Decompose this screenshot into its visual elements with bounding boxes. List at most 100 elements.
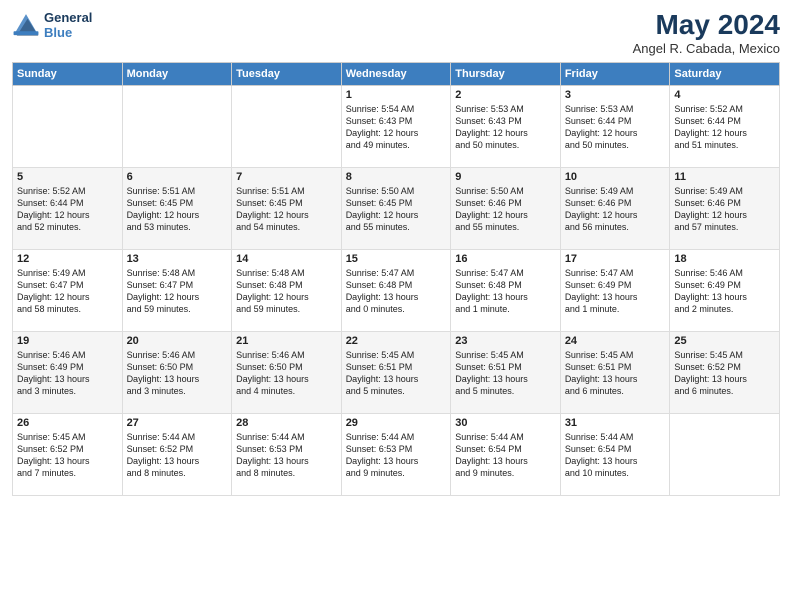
col-header-monday: Monday xyxy=(122,62,232,85)
day-number: 15 xyxy=(346,253,447,265)
day-info: Sunrise: 5:51 AM Sunset: 6:45 PM Dayligh… xyxy=(236,185,337,234)
day-cell: 3Sunrise: 5:53 AM Sunset: 6:44 PM Daylig… xyxy=(560,85,670,167)
day-number: 29 xyxy=(346,417,447,429)
day-info: Sunrise: 5:50 AM Sunset: 6:45 PM Dayligh… xyxy=(346,185,447,234)
day-cell: 20 Sunrise: 5:46 AM Sunset: 6:50 PM Dayli… xyxy=(122,331,232,413)
day-cell: 7 Sunrise: 5:51 AM Sunset: 6:45 PM Daylig… xyxy=(232,167,342,249)
day-info: Sunrise: 5:45 AM Sunset: 6:52 PM Dayligh… xyxy=(17,431,118,480)
day-cell xyxy=(13,85,123,167)
day-cell: 15 Sunrise: 5:47 AM Sunset: 6:48 PM Dayli… xyxy=(341,249,451,331)
day-cell: 10Sunrise: 5:49 AM Sunset: 6:46 PM Dayli… xyxy=(560,167,670,249)
day-info: Sunrise: 5:46 AM Sunset: 6:49 PM Dayligh… xyxy=(17,349,118,398)
day-cell: 22 Sunrise: 5:45 AM Sunset: 6:51 PM Dayli… xyxy=(341,331,451,413)
day-number: 23 xyxy=(455,335,556,347)
day-cell: 19 Sunrise: 5:46 AM Sunset: 6:49 PM Dayli… xyxy=(13,331,123,413)
day-number: 18 xyxy=(674,253,775,265)
day-info: Sunrise: 5:53 AM Sunset: 6:43 PM Dayligh… xyxy=(455,103,556,152)
week-row-3: 12Sunrise: 5:49 AM Sunset: 6:47 PM Dayli… xyxy=(13,249,780,331)
col-header-sunday: Sunday xyxy=(13,62,123,85)
day-info: Sunrise: 5:53 AM Sunset: 6:44 PM Dayligh… xyxy=(565,103,666,152)
week-row-1: 1 Sunrise: 5:54 AM Sunset: 6:43 PM Daylig… xyxy=(13,85,780,167)
day-cell: 25Sunrise: 5:45 AM Sunset: 6:52 PM Dayli… xyxy=(670,331,780,413)
day-number: 28 xyxy=(236,417,337,429)
day-number: 9 xyxy=(455,171,556,183)
subtitle: Angel R. Cabada, Mexico xyxy=(633,41,780,56)
day-info: Sunrise: 5:44 AM Sunset: 6:54 PM Dayligh… xyxy=(565,431,666,480)
day-cell xyxy=(122,85,232,167)
day-cell: 9 Sunrise: 5:50 AM Sunset: 6:46 PM Daylig… xyxy=(451,167,561,249)
day-cell: 11Sunrise: 5:49 AM Sunset: 6:46 PM Dayli… xyxy=(670,167,780,249)
day-info: Sunrise: 5:47 AM Sunset: 6:48 PM Dayligh… xyxy=(346,267,447,316)
day-info: Sunrise: 5:44 AM Sunset: 6:53 PM Dayligh… xyxy=(346,431,447,480)
day-number: 2 xyxy=(455,89,556,101)
day-info: Sunrise: 5:45 AM Sunset: 6:51 PM Dayligh… xyxy=(565,349,666,398)
day-number: 8 xyxy=(346,171,447,183)
day-cell: 28 Sunrise: 5:44 AM Sunset: 6:53 PM Dayli… xyxy=(232,413,342,495)
col-header-thursday: Thursday xyxy=(451,62,561,85)
day-number: 14 xyxy=(236,253,337,265)
day-info: Sunrise: 5:50 AM Sunset: 6:46 PM Dayligh… xyxy=(455,185,556,234)
day-info: Sunrise: 5:47 AM Sunset: 6:49 PM Dayligh… xyxy=(565,267,666,316)
day-info: Sunrise: 5:44 AM Sunset: 6:53 PM Dayligh… xyxy=(236,431,337,480)
day-info: Sunrise: 5:47 AM Sunset: 6:48 PM Dayligh… xyxy=(455,267,556,316)
day-info: Sunrise: 5:46 AM Sunset: 6:50 PM Dayligh… xyxy=(127,349,228,398)
day-cell: 31 Sunrise: 5:44 AM Sunset: 6:54 PM Dayli… xyxy=(560,413,670,495)
col-header-tuesday: Tuesday xyxy=(232,62,342,85)
day-number: 13 xyxy=(127,253,228,265)
logo-icon xyxy=(12,11,40,39)
day-number: 16 xyxy=(455,253,556,265)
day-number: 6 xyxy=(127,171,228,183)
day-cell xyxy=(232,85,342,167)
day-info: Sunrise: 5:46 AM Sunset: 6:50 PM Dayligh… xyxy=(236,349,337,398)
page: General Blue May 2024 Angel R. Cabada, M… xyxy=(0,0,792,612)
day-cell: 8 Sunrise: 5:50 AM Sunset: 6:45 PM Daylig… xyxy=(341,167,451,249)
day-cell: 16 Sunrise: 5:47 AM Sunset: 6:48 PM Dayli… xyxy=(451,249,561,331)
day-cell: 12Sunrise: 5:49 AM Sunset: 6:47 PM Dayli… xyxy=(13,249,123,331)
day-cell: 5 Sunrise: 5:52 AM Sunset: 6:44 PM Daylig… xyxy=(13,167,123,249)
day-number: 17 xyxy=(565,253,666,265)
day-info: Sunrise: 5:54 AM Sunset: 6:43 PM Dayligh… xyxy=(346,103,447,152)
day-info: Sunrise: 5:45 AM Sunset: 6:51 PM Dayligh… xyxy=(346,349,447,398)
day-cell: 27Sunrise: 5:44 AM Sunset: 6:52 PM Dayli… xyxy=(122,413,232,495)
header-row: SundayMondayTuesdayWednesdayThursdayFrid… xyxy=(13,62,780,85)
day-cell: 17 Sunrise: 5:47 AM Sunset: 6:49 PM Dayli… xyxy=(560,249,670,331)
calendar-table: SundayMondayTuesdayWednesdayThursdayFrid… xyxy=(12,62,780,496)
day-cell: 21 Sunrise: 5:46 AM Sunset: 6:50 PM Dayli… xyxy=(232,331,342,413)
col-header-friday: Friday xyxy=(560,62,670,85)
day-cell: 1 Sunrise: 5:54 AM Sunset: 6:43 PM Daylig… xyxy=(341,85,451,167)
day-info: Sunrise: 5:52 AM Sunset: 6:44 PM Dayligh… xyxy=(17,185,118,234)
day-number: 27 xyxy=(127,417,228,429)
day-cell: 13Sunrise: 5:48 AM Sunset: 6:47 PM Dayli… xyxy=(122,249,232,331)
logo: General Blue xyxy=(12,10,92,40)
col-header-wednesday: Wednesday xyxy=(341,62,451,85)
day-cell: 14 Sunrise: 5:48 AM Sunset: 6:48 PM Dayli… xyxy=(232,249,342,331)
day-number: 1 xyxy=(346,89,447,101)
week-row-4: 19 Sunrise: 5:46 AM Sunset: 6:49 PM Dayli… xyxy=(13,331,780,413)
day-cell: 24 Sunrise: 5:45 AM Sunset: 6:51 PM Dayli… xyxy=(560,331,670,413)
day-number: 5 xyxy=(17,171,118,183)
day-cell: 6Sunrise: 5:51 AM Sunset: 6:45 PM Daylig… xyxy=(122,167,232,249)
col-header-saturday: Saturday xyxy=(670,62,780,85)
day-info: Sunrise: 5:48 AM Sunset: 6:48 PM Dayligh… xyxy=(236,267,337,316)
day-number: 4 xyxy=(674,89,775,101)
main-title: May 2024 xyxy=(633,10,780,41)
day-cell: 18Sunrise: 5:46 AM Sunset: 6:49 PM Dayli… xyxy=(670,249,780,331)
day-number: 22 xyxy=(346,335,447,347)
day-number: 31 xyxy=(565,417,666,429)
day-cell: 23Sunrise: 5:45 AM Sunset: 6:51 PM Dayli… xyxy=(451,331,561,413)
day-number: 30 xyxy=(455,417,556,429)
day-number: 19 xyxy=(17,335,118,347)
day-number: 12 xyxy=(17,253,118,265)
title-block: May 2024 Angel R. Cabada, Mexico xyxy=(633,10,780,56)
day-number: 11 xyxy=(674,171,775,183)
week-row-2: 5 Sunrise: 5:52 AM Sunset: 6:44 PM Daylig… xyxy=(13,167,780,249)
day-info: Sunrise: 5:44 AM Sunset: 6:54 PM Dayligh… xyxy=(455,431,556,480)
day-cell xyxy=(670,413,780,495)
day-number: 24 xyxy=(565,335,666,347)
day-number: 26 xyxy=(17,417,118,429)
day-number: 21 xyxy=(236,335,337,347)
day-cell: 2 Sunrise: 5:53 AM Sunset: 6:43 PM Daylig… xyxy=(451,85,561,167)
day-number: 7 xyxy=(236,171,337,183)
day-number: 20 xyxy=(127,335,228,347)
day-info: Sunrise: 5:45 AM Sunset: 6:52 PM Dayligh… xyxy=(674,349,775,398)
